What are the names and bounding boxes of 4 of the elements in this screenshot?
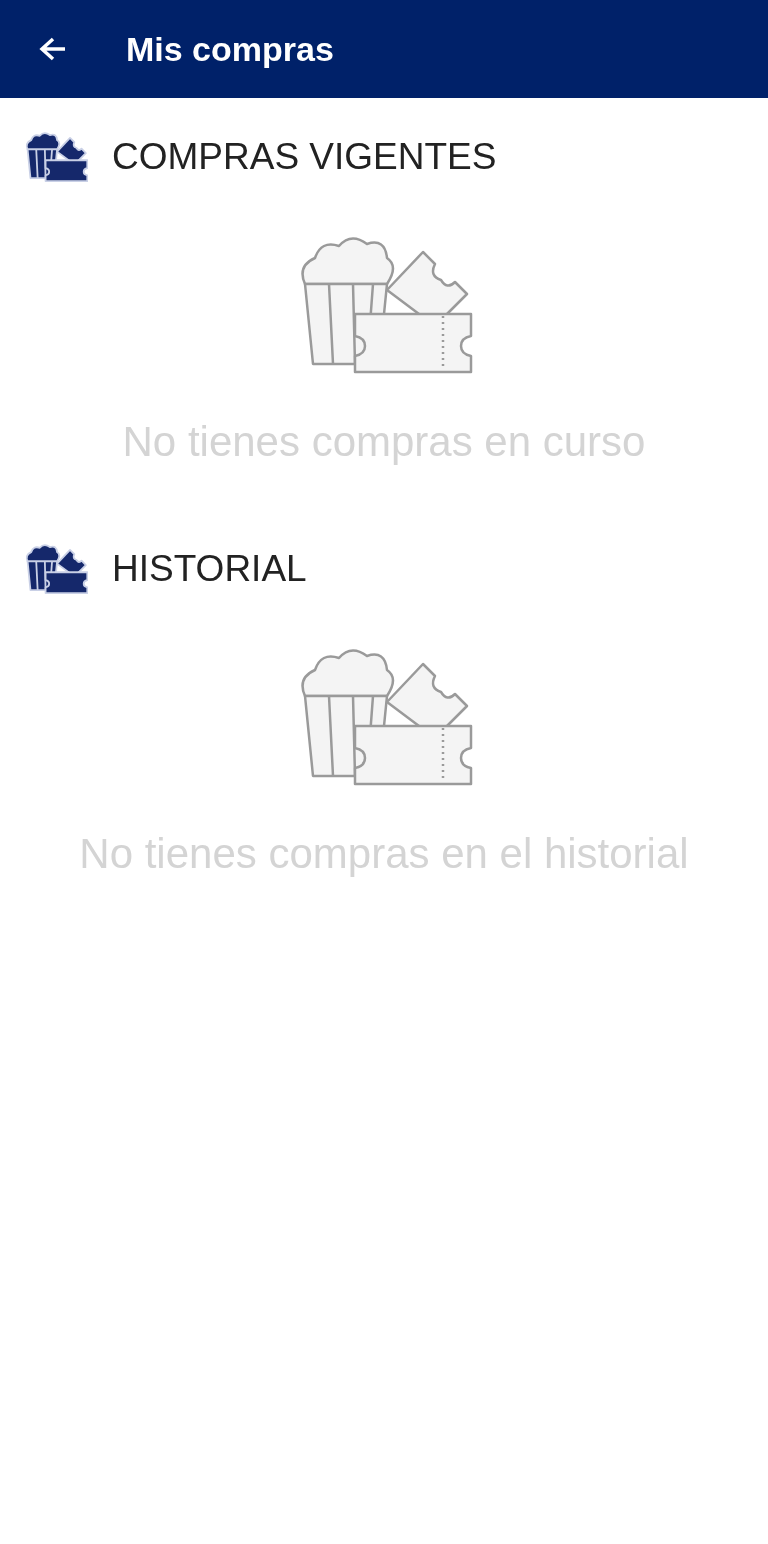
- screen-title: Mis compras: [126, 29, 334, 69]
- section-title: COMPRAS VIGENTES: [112, 136, 497, 178]
- section-title: HISTORIAL: [112, 548, 307, 590]
- back-arrow-icon: [39, 36, 67, 62]
